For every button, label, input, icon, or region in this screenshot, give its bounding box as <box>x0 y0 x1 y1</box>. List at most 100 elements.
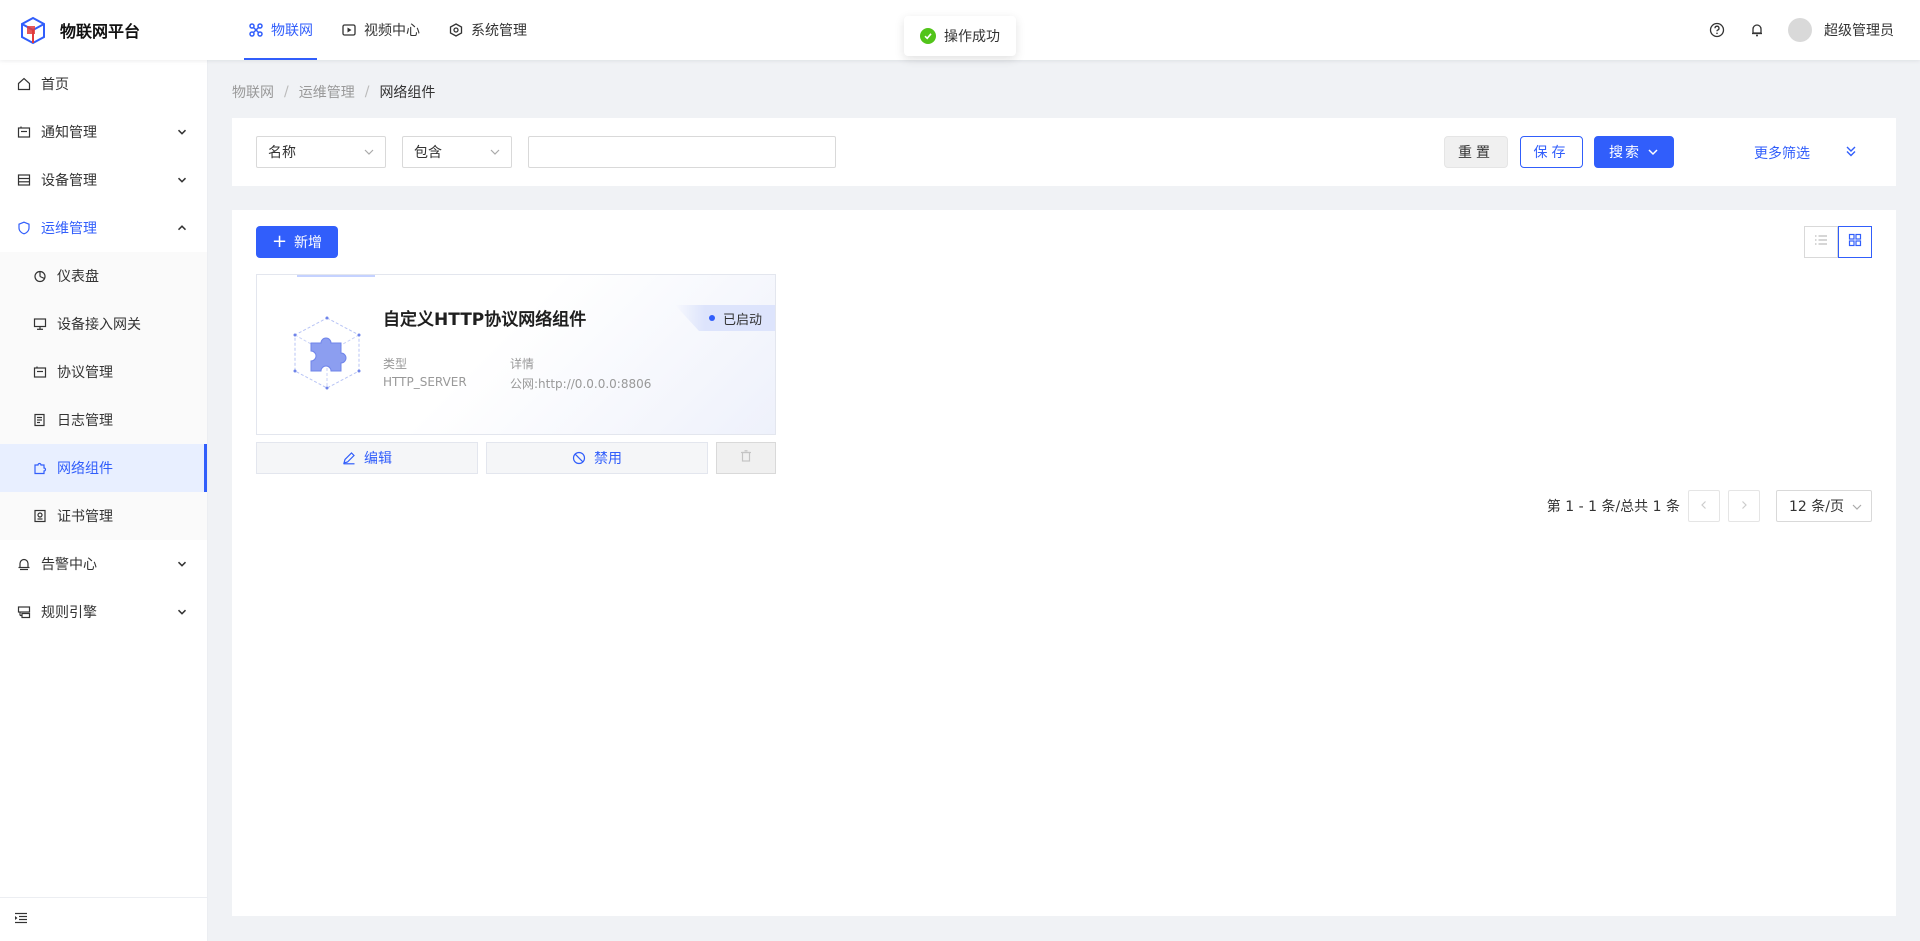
home-icon <box>16 76 32 92</box>
prev-page-button[interactable] <box>1688 490 1720 522</box>
sidebar-item-protocol[interactable]: 协议管理 <box>0 348 207 396</box>
sidebar-item-certificate[interactable]: 证书管理 <box>0 492 207 540</box>
sidebar-item-logs[interactable]: 日志管理 <box>0 396 207 444</box>
sidebar-item-alarm[interactable]: 告警中心 <box>0 540 207 588</box>
search-button[interactable]: 搜索 <box>1594 136 1674 168</box>
filter-panel: 名称 包含 重置 保存 搜索 更多筛选 <box>232 118 1896 186</box>
chevron-down-icon <box>175 173 189 187</box>
sidebar-item-device[interactable]: 设备管理 <box>0 156 207 204</box>
sidebar-item-label: 网络组件 <box>57 461 113 477</box>
menu-fold-icon <box>14 911 28 929</box>
page-size-value: 12 条/页 <box>1789 499 1844 515</box>
detail-label: 详情 <box>510 357 535 371</box>
card-actions: 编辑 禁用 <box>256 442 776 474</box>
pagination: 第 1 - 1 条/总共 1 条 12 条/页 <box>1547 490 1872 522</box>
delete-button[interactable] <box>716 442 776 474</box>
system-icon <box>448 22 464 38</box>
logo[interactable]: 物联网平台 <box>0 0 210 60</box>
operator-select[interactable]: 包含 <box>402 136 512 168</box>
log-file-icon <box>32 412 48 428</box>
ops-submenu: 仪表盘 设备接入网关 协议管理 日志管理 网络组件 证书管理 <box>0 252 207 540</box>
status-text: 已启动 <box>723 312 763 328</box>
chevron-down-icon <box>364 149 374 155</box>
sidebar-item-label: 协议管理 <box>57 365 113 381</box>
edit-icon <box>342 451 356 465</box>
disable-button[interactable]: 禁用 <box>486 442 708 474</box>
monitor-icon <box>32 316 48 332</box>
protocol-icon <box>32 364 48 380</box>
reset-button-label: 重置 <box>1458 145 1494 161</box>
breadcrumb-current: 网络组件 <box>379 85 436 101</box>
breadcrumb-separator: / <box>284 84 289 100</box>
save-button-label: 保存 <box>1533 145 1570 161</box>
toast-message: 操作成功 <box>944 29 1000 45</box>
topnav-video[interactable]: 视频中心 <box>327 0 434 60</box>
sidebar-item-label: 首页 <box>41 77 69 93</box>
header-right: 超级管理员 <box>1708 0 1894 60</box>
avatar[interactable] <box>1788 18 1812 42</box>
next-page-button[interactable] <box>1728 490 1760 522</box>
breadcrumb-ops[interactable]: 运维管理 <box>299 82 355 102</box>
topnav-system[interactable]: 系统管理 <box>434 0 541 60</box>
edit-button[interactable]: 编辑 <box>256 442 478 474</box>
chevron-up-icon <box>175 221 189 235</box>
bell-icon[interactable] <box>1748 21 1766 39</box>
content-panel: + 新增 自定义HTTP协议网络组件 已启动 类型 HTTP_SERVER 详情… <box>232 210 1896 916</box>
sidebar-item-dashboard[interactable]: 仪表盘 <box>0 252 207 300</box>
more-filters-link[interactable]: 更多筛选 <box>1754 143 1810 163</box>
notify-icon <box>16 124 32 140</box>
sidebar-item-label: 通知管理 <box>41 125 97 141</box>
sidebar-item-ops[interactable]: 运维管理 <box>0 204 207 252</box>
top-nav: 物联网 视频中心 系统管理 <box>234 0 541 60</box>
sidebar-item-label: 设备接入网关 <box>57 317 141 333</box>
sidebar-item-notify[interactable]: 通知管理 <box>0 108 207 156</box>
sidebar-item-label: 告警中心 <box>41 557 97 573</box>
card-view-button[interactable] <box>1838 226 1872 258</box>
sidebar-item-label: 日志管理 <box>57 413 113 429</box>
success-toast: 操作成功 <box>904 16 1016 56</box>
topnav-iot[interactable]: 物联网 <box>234 0 327 60</box>
chevron-right-icon <box>1739 498 1749 514</box>
stop-icon <box>572 451 586 465</box>
sidebar-item-label: 仪表盘 <box>57 269 99 285</box>
field-select[interactable]: 名称 <box>256 136 386 168</box>
add-button[interactable]: + 新增 <box>256 226 338 258</box>
username[interactable]: 超级管理员 <box>1824 20 1894 40</box>
trash-icon <box>739 449 753 467</box>
sidebar-item-network-component[interactable]: 网络组件 <box>0 444 207 492</box>
puzzle-icon <box>32 460 48 476</box>
sidebar: 首页 通知管理 设备管理 运维管理 仪表盘 设备接入网关 协议管理 日志管理 网… <box>0 60 208 941</box>
topnav-video-label: 视频中心 <box>364 23 420 39</box>
page-size-select[interactable]: 12 条/页 <box>1776 490 1872 522</box>
save-button[interactable]: 保存 <box>1520 136 1583 168</box>
chevron-down-icon <box>490 149 500 155</box>
breadcrumb-separator: / <box>364 84 370 100</box>
device-icon <box>16 172 32 188</box>
reset-button[interactable]: 重置 <box>1444 136 1508 168</box>
chevron-down-icon <box>1852 504 1862 510</box>
type-value: HTTP_SERVER <box>383 375 467 389</box>
list-view-button[interactable] <box>1804 226 1838 258</box>
app-title: 物联网平台 <box>60 22 141 41</box>
collapse-sidebar-button[interactable] <box>0 897 207 941</box>
sidebar-item-rules[interactable]: 规则引擎 <box>0 588 207 636</box>
puzzle-component-icon <box>293 316 361 390</box>
sidebar-item-gateway[interactable]: 设备接入网关 <box>0 300 207 348</box>
chevron-down-icon <box>175 557 189 571</box>
pagination-total: 第 1 - 1 条/总共 1 条 <box>1546 499 1680 515</box>
card-accent <box>297 275 375 277</box>
double-chevron-down-icon[interactable] <box>1844 144 1858 162</box>
operator-select-value: 包含 <box>414 145 442 161</box>
chevron-down-icon <box>175 605 189 619</box>
topnav-system-label: 系统管理 <box>471 23 527 39</box>
network-component-card[interactable]: 自定义HTTP协议网络组件 已启动 类型 HTTP_SERVER 详情 公网:h… <box>256 274 776 435</box>
help-icon[interactable] <box>1708 21 1726 39</box>
shield-icon <box>16 220 32 236</box>
sidebar-item-home[interactable]: 首页 <box>0 60 207 108</box>
field-select-value: 名称 <box>268 145 296 161</box>
alarm-icon <box>16 556 32 572</box>
breadcrumb-iot[interactable]: 物联网 <box>232 82 274 102</box>
filter-value-input[interactable] <box>528 136 836 168</box>
disable-button-label: 禁用 <box>594 451 622 467</box>
list-icon <box>1814 233 1828 251</box>
